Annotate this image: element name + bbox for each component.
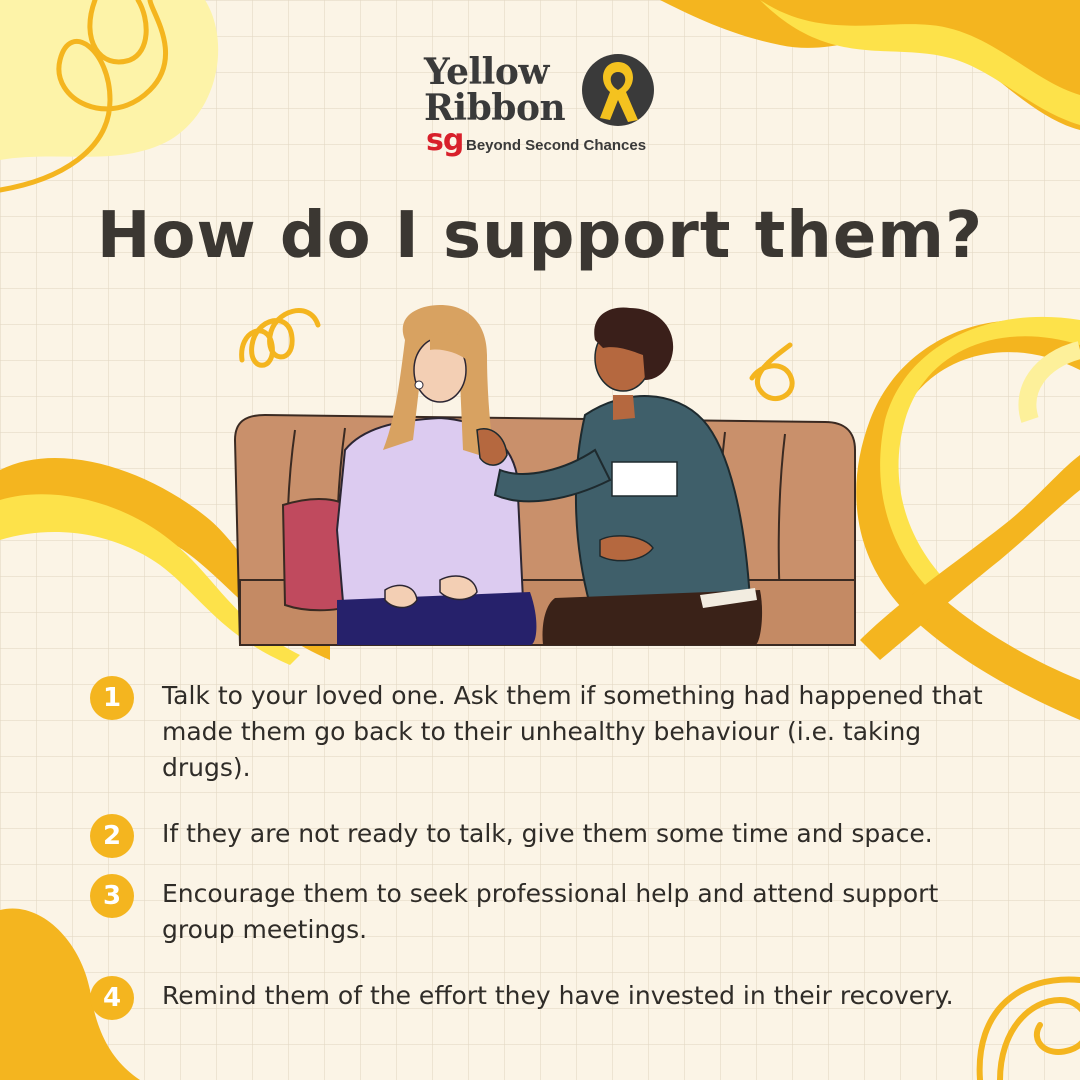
step-number-badge: 2: [90, 814, 134, 858]
logo-word-yellow: Yellow: [424, 51, 549, 93]
step-text: Talk to your loved one. Ask them if some…: [162, 681, 983, 782]
illustration-two-people-on-sofa: [233, 305, 856, 646]
step-number-badge: 3: [90, 874, 134, 918]
logo-word-ribbon: Ribbon: [424, 87, 566, 129]
step-number-badge: 1: [90, 676, 134, 720]
step-text: Encourage them to seek professional help…: [162, 879, 939, 944]
page-title: How do I support them?: [96, 199, 984, 273]
yellow-ribbon-logo: Yellow Ribbon sg Beyond Second Chances: [420, 50, 660, 160]
step-text: If they are not ready to talk, give them…: [162, 819, 933, 848]
yellow-ribbon-icon: [582, 54, 654, 126]
step-number-badge: 4: [90, 976, 134, 1020]
step-text: Remind them of the effort they have inve…: [162, 981, 954, 1010]
logo-sg: sg: [426, 123, 464, 158]
logo-tagline: Beyond Second Chances: [466, 137, 647, 154]
